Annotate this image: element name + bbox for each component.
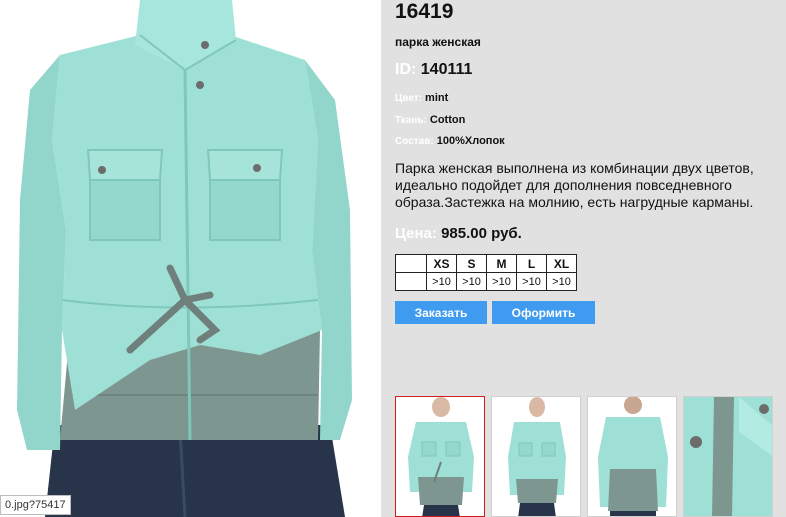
attribute-label: Ткань: [395,115,427,126]
table-corner-cell [395,272,427,291]
size-stock-row: >10 >10 >10 >10 >10 [395,272,577,291]
product-description: Парка женская выполнена из комбинации дв… [395,160,754,210]
size-cell[interactable]: XL [546,254,577,273]
size-cell[interactable]: XS [426,254,457,273]
size-cell[interactable]: M [486,254,517,273]
stock-cell: >10 [426,272,457,291]
stock-cell: >10 [486,272,517,291]
attribute-value: 100%Хлопок [436,135,505,147]
attribute-color: Цвет: mint [395,92,448,104]
attribute-label: Состав: [395,136,434,147]
stock-cell: >10 [546,272,577,291]
product-sku-title: 16419 [395,0,454,23]
attribute-fabric: Ткань: Cotton [395,114,465,126]
thumbnail-detail[interactable] [683,396,773,517]
thumbnail-front[interactable] [395,396,485,517]
attribute-value: mint [425,92,449,104]
thumbnail-strip [394,396,786,517]
thumbnail-side[interactable] [491,396,581,517]
price-row: Цена: 985.00 руб. [395,225,522,242]
thumbnail-back[interactable] [587,396,677,517]
price-label: Цена: [395,225,437,242]
size-header-row: XS S M L XL [395,254,577,273]
product-id-value: 140111 [420,61,473,78]
main-product-image[interactable]: 0.jpg?75417 [0,0,381,517]
price-value: 985.00 руб. [441,225,522,242]
product-id-label: ID: [395,61,417,78]
image-filename-caption: 0.jpg?75417 [0,495,71,515]
attribute-composition: Состав: 100%Хлопок [395,135,505,147]
product-id-row: ID: 140111 [395,61,472,79]
attribute-value: Cotton [429,114,466,126]
size-cell[interactable]: S [456,254,487,273]
size-cell[interactable]: L [516,254,547,273]
table-corner-cell [395,254,427,273]
stock-cell: >10 [456,272,487,291]
checkout-button[interactable]: Оформить [492,301,595,324]
stock-cell: >10 [516,272,547,291]
size-availability-table: XS S M L XL >10 >10 >10 >10 >10 [395,254,577,291]
attribute-label: Цвет: [395,93,422,104]
product-subtitle: парка женская [395,35,481,49]
order-button[interactable]: Заказать [395,301,487,324]
